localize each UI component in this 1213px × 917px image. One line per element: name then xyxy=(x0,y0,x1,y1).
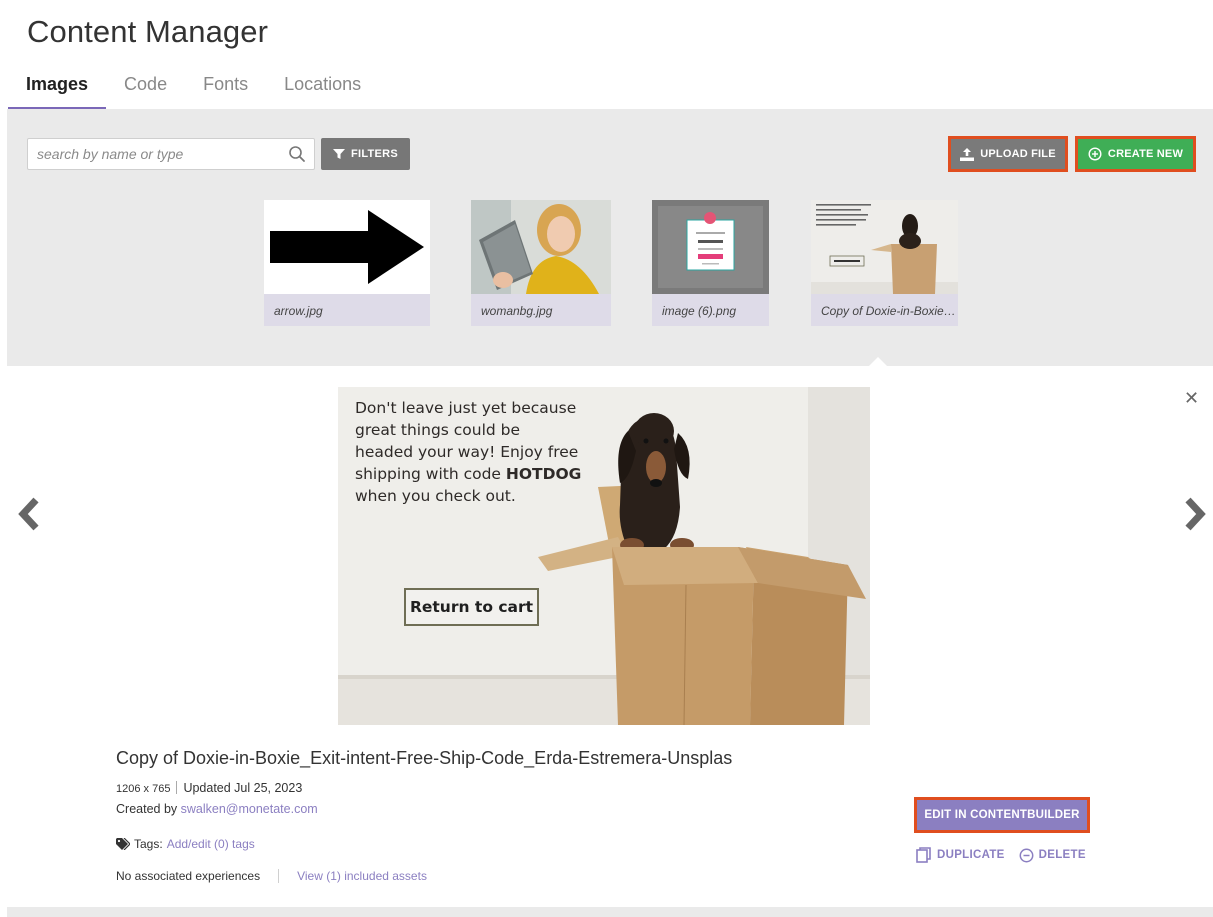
add-edit-tags-link[interactable]: Add/edit (0) tags xyxy=(167,837,255,851)
selected-thumbnail-pointer xyxy=(868,357,888,367)
upload-file-button[interactable]: UPLOAD FILE xyxy=(948,136,1068,172)
preview-line-3: headed your way! Enjoy free xyxy=(355,443,579,461)
asset-dimensions: 1206 x 765 xyxy=(116,783,171,795)
no-associated-experiences: No associated experiences xyxy=(116,869,261,883)
funnel-icon xyxy=(332,149,345,159)
search-icon[interactable] xyxy=(288,145,306,163)
promo-code: HOTDOG xyxy=(505,465,582,483)
duplicate-button[interactable]: DUPLICATE xyxy=(916,847,1005,863)
doxie-photo-icon xyxy=(811,200,958,294)
thumbnail-caption: image (6).png xyxy=(652,294,769,326)
duplicate-label: DUPLICATE xyxy=(937,849,1005,861)
image-preview: Don't leave just yet because great thing… xyxy=(338,387,870,725)
thumbnail-image xyxy=(652,200,769,294)
image-browser-panel: FILTERS UPLOAD FILE CREATE NEW arrow.jpg xyxy=(7,109,1213,366)
duplicate-icon xyxy=(916,847,931,863)
tab-bar: Images Code Fonts Locations xyxy=(8,70,379,110)
tab-code[interactable]: Code xyxy=(106,70,185,110)
preview-line-1: Don't leave just yet because xyxy=(355,399,577,417)
search-box xyxy=(27,138,315,170)
close-icon[interactable]: ✕ xyxy=(1184,388,1199,409)
asset-updated: Updated Jul 25, 2023 xyxy=(183,781,303,795)
filters-label: FILTERS xyxy=(350,148,399,160)
filters-button[interactable]: FILTERS xyxy=(321,138,410,170)
thumbnail-image-6[interactable]: image (6).png xyxy=(652,200,769,326)
asset-meta: 1206 x 765 Updated Jul 25, 2023 xyxy=(116,781,302,795)
thumbnail-caption: arrow.jpg xyxy=(264,294,430,326)
meta-separator xyxy=(176,781,178,794)
delete-button[interactable]: DELETE xyxy=(1019,848,1086,863)
thumbnail-image xyxy=(471,200,611,294)
search-input[interactable] xyxy=(28,139,273,169)
thumbnail-arrow[interactable]: arrow.jpg xyxy=(264,200,430,326)
chevron-right-icon[interactable] xyxy=(1182,497,1208,531)
upload-file-label: UPLOAD FILE xyxy=(980,148,1056,160)
asset-associations: No associated experiences View (1) inclu… xyxy=(116,869,427,883)
create-new-label: CREATE NEW xyxy=(1107,148,1184,160)
creator-email-link[interactable]: swalken@monetate.com xyxy=(181,802,318,816)
tab-images[interactable]: Images xyxy=(8,70,107,110)
woman-photo-icon xyxy=(471,200,611,294)
upload-icon xyxy=(960,147,975,161)
preview-line-4: shipping with code xyxy=(355,465,506,483)
asset-title: Copy of Doxie-in-Boxie_Exit-intent-Free-… xyxy=(116,748,733,768)
asset-tags: Tags: Add/edit (0) tags xyxy=(116,837,255,851)
asset-actions: DUPLICATE DELETE xyxy=(916,847,1086,863)
arrow-image-icon xyxy=(270,210,424,284)
thumbnail-caption: womanbg.jpg xyxy=(471,294,611,326)
page-title: Content Manager xyxy=(27,14,269,49)
created-by-prefix: Created by xyxy=(116,802,181,816)
delete-label: DELETE xyxy=(1038,849,1086,861)
tab-locations[interactable]: Locations xyxy=(266,70,379,110)
popup-image-icon xyxy=(652,200,769,294)
view-included-assets-link[interactable]: View (1) included assets xyxy=(297,869,427,883)
thumbnail-image xyxy=(811,200,958,294)
edit-in-contentbuilder-button[interactable]: EDIT IN CONTENTBUILDER xyxy=(914,797,1090,833)
return-to-cart-preview-button: Return to cart xyxy=(404,588,539,626)
minus-circle-icon xyxy=(1019,848,1034,862)
preview-message: Don't leave just yet because great thing… xyxy=(355,397,615,507)
tags-label: Tags: xyxy=(134,837,163,851)
tag-icon xyxy=(116,838,130,850)
create-new-button[interactable]: CREATE NEW xyxy=(1075,136,1196,172)
thumbnail-image xyxy=(264,200,430,294)
thumbnail-caption: Copy of Doxie-in-Boxie… xyxy=(811,294,958,326)
chevron-left-icon[interactable] xyxy=(16,497,42,531)
plus-circle-icon xyxy=(1088,147,1102,161)
thumbnail-womanbg[interactable]: womanbg.jpg xyxy=(471,200,611,326)
asset-created-by: Created by swalken@monetate.com xyxy=(116,802,318,816)
thumbnail-doxie-copy[interactable]: Copy of Doxie-in-Boxie… xyxy=(811,200,958,326)
assoc-separator xyxy=(278,869,280,883)
footer-strip xyxy=(7,907,1213,917)
tab-fonts[interactable]: Fonts xyxy=(185,70,266,110)
preview-line-2: great things could be xyxy=(355,421,521,439)
preview-line-5: when you check out. xyxy=(355,487,516,505)
